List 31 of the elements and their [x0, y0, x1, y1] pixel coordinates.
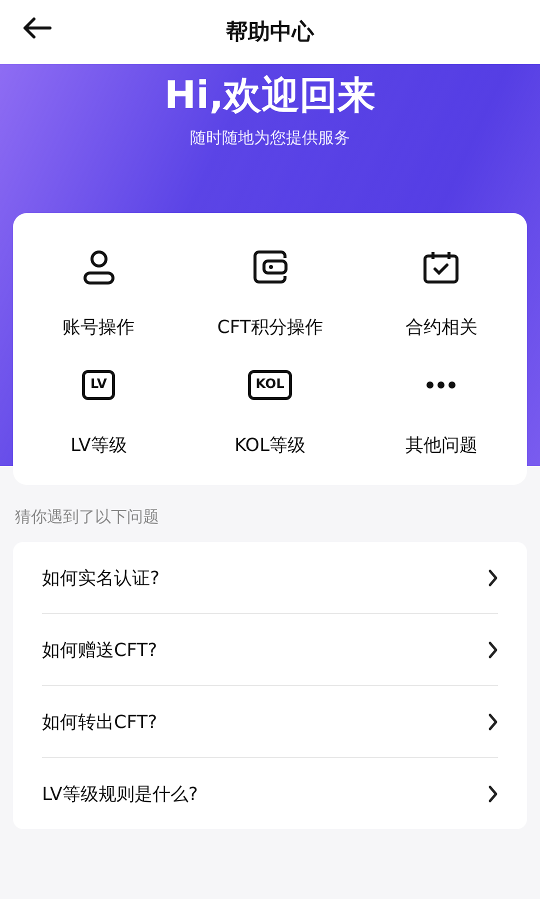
category-label: 合约相关	[405, 316, 478, 339]
wallet-icon	[252, 250, 288, 284]
level-badge-icon: LV	[82, 370, 115, 400]
category-item[interactable]: KOL KOL等级	[184, 365, 356, 457]
welcome-title: Hi,欢迎回来	[164, 72, 376, 118]
calendar-check-icon	[423, 250, 460, 284]
chevron-right-icon	[488, 712, 498, 730]
chevron-right-icon	[488, 784, 498, 802]
chevron-right-icon	[488, 568, 498, 586]
category-label: 其他问题	[405, 434, 478, 457]
welcome-subtitle: 随时随地为您提供服务	[190, 128, 350, 149]
person-icon	[82, 249, 115, 285]
more-icon	[426, 381, 456, 389]
category-item[interactable]: LV LV等级	[13, 365, 184, 457]
chevron-right-icon	[488, 640, 498, 658]
category-label: LV等级	[70, 434, 127, 457]
faq-item[interactable]: 如何实名认证?	[42, 542, 498, 614]
faq-item[interactable]: 如何转出CFT?	[42, 686, 498, 758]
category-item[interactable]: 其他问题	[356, 365, 527, 457]
category-item[interactable]: CFT积分操作	[184, 247, 356, 339]
page-title: 帮助中心	[226, 18, 314, 47]
section-heading: 猜你遇到了以下问题	[15, 507, 160, 528]
category-label: 账号操作	[62, 316, 135, 339]
category-item[interactable]: 账号操作	[13, 247, 184, 339]
faq-item[interactable]: 如何赠送CFT?	[42, 614, 498, 686]
category-label: KOL等级	[234, 434, 306, 457]
back-arrow-icon[interactable]	[22, 17, 52, 39]
category-item[interactable]: 合约相关	[356, 247, 527, 339]
category-label: CFT积分操作	[217, 316, 323, 339]
level-badge-icon: KOL	[248, 370, 292, 400]
faq-item[interactable]: LV等级规则是什么?	[42, 758, 498, 829]
